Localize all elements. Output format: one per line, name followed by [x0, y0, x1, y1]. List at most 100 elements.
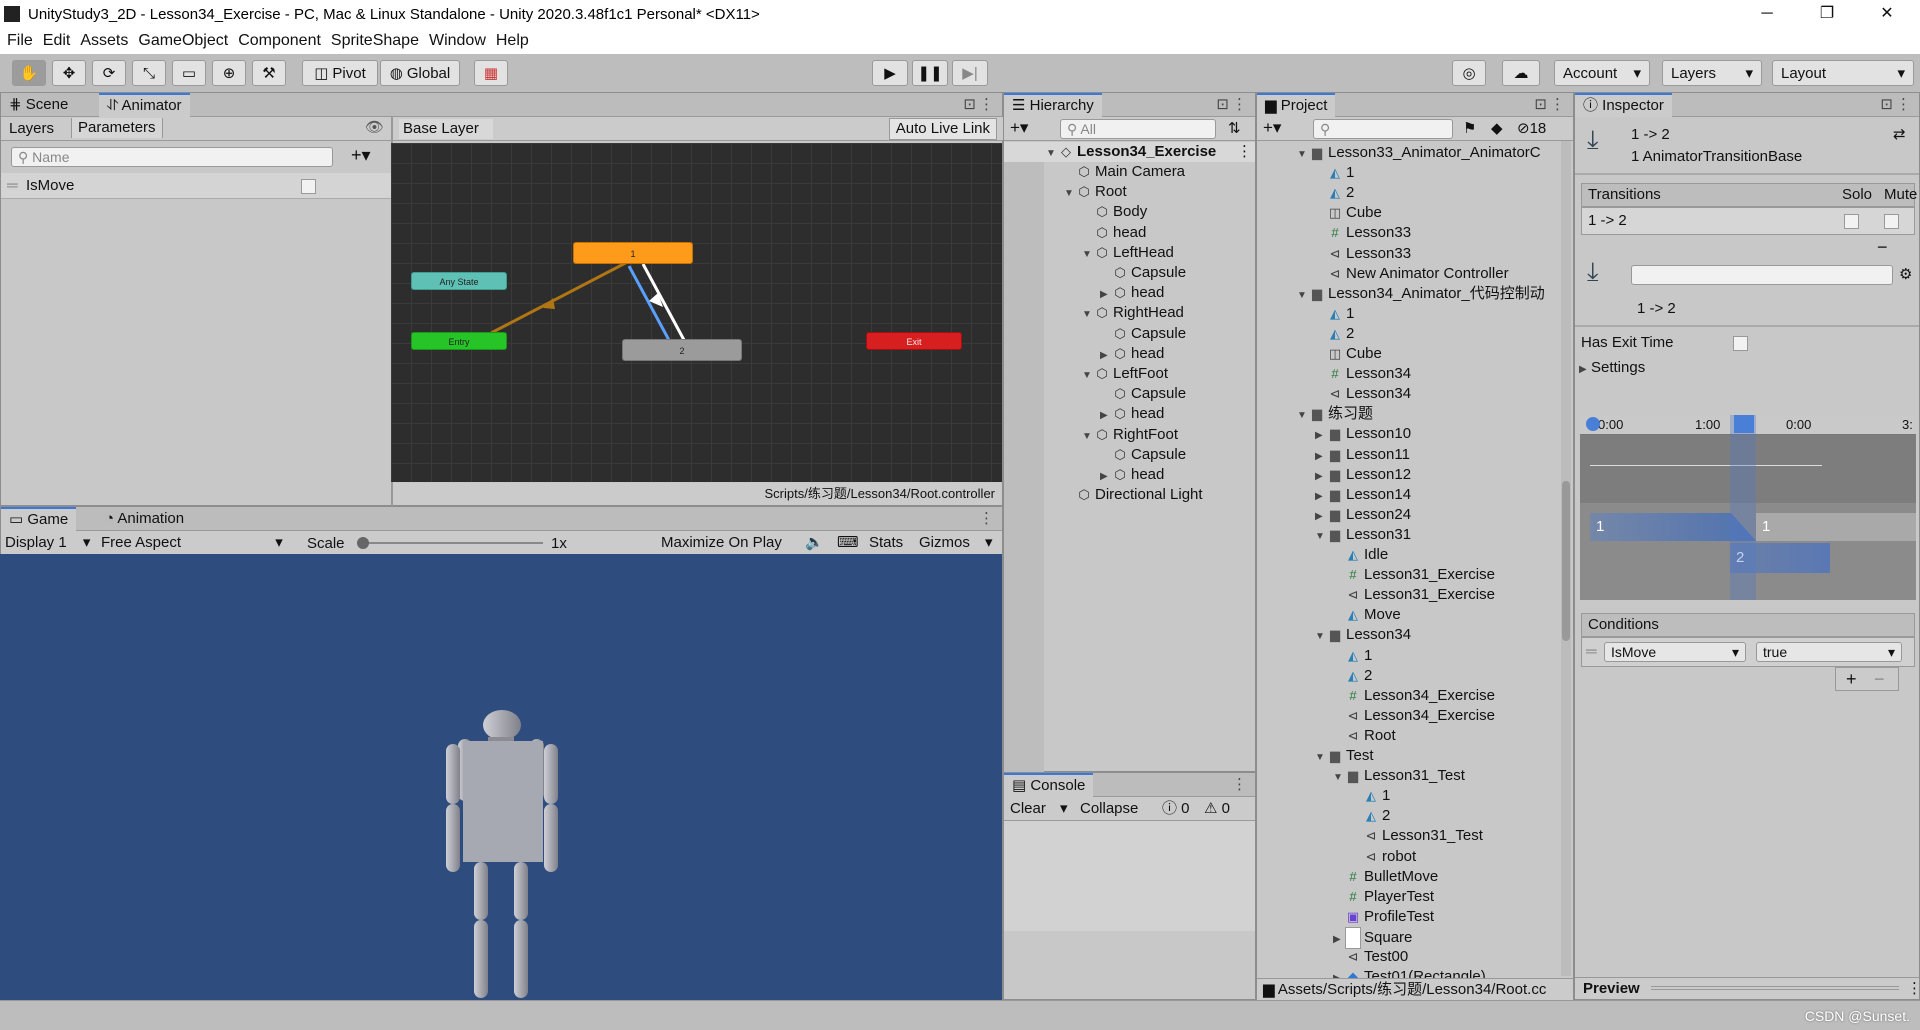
- filter-label-icon[interactable]: ◆: [1491, 119, 1503, 139]
- project-item[interactable]: # Lesson31_Exercise: [1333, 565, 1495, 585]
- project-item[interactable]: ◫ Cube: [1315, 203, 1382, 223]
- expand-arrow-icon[interactable]: ▶: [1315, 447, 1327, 467]
- pause-button[interactable]: ❚❚: [912, 60, 948, 86]
- move-tool-button[interactable]: ✥: [52, 60, 86, 86]
- mute-audio-icon[interactable]: 🔈: [805, 533, 824, 553]
- parameter-row[interactable]: ═ IsMove: [1, 173, 391, 199]
- hierarchy-item[interactable]: ⬡ Capsule: [1100, 445, 1186, 465]
- expand-arrow-icon[interactable]: ▶: [1100, 406, 1112, 426]
- expand-arrow-icon[interactable]: ▼: [1082, 245, 1094, 265]
- hand-tool-button[interactable]: ✋: [12, 60, 46, 86]
- expand-arrow-icon[interactable]: ▼: [1297, 286, 1309, 306]
- layout-dropdown[interactable]: Layout ▾: [1772, 60, 1914, 86]
- play-button[interactable]: ▶: [872, 60, 908, 86]
- more-icon[interactable]: ⋮: [1896, 95, 1911, 115]
- expand-arrow-icon[interactable]: ▶: [1315, 507, 1327, 527]
- hierarchy-item[interactable]: ▼ ⬡ RightHead: [1082, 303, 1184, 325]
- collapse-toggle[interactable]: Collapse: [1080, 799, 1138, 819]
- project-item[interactable]: ▼ ▆ Lesson31_Test: [1333, 766, 1465, 788]
- more-icon[interactable]: ⋮: [979, 95, 994, 115]
- project-item[interactable]: ⊲ Lesson33: [1315, 244, 1412, 264]
- minimize-button[interactable]: ─: [1744, 0, 1790, 28]
- transition-handle[interactable]: [1734, 415, 1754, 433]
- menu-gameobject[interactable]: GameObject: [138, 32, 228, 50]
- more-icon[interactable]: ⋮: [1550, 95, 1565, 115]
- expand-arrow-icon[interactable]: ▼: [1315, 527, 1327, 547]
- project-item[interactable]: ◭ Idle: [1333, 545, 1388, 565]
- project-item[interactable]: ▣ ProfileTest: [1333, 907, 1434, 927]
- expand-arrow-icon[interactable]: ▶: [1100, 285, 1112, 305]
- hierarchy-item[interactable]: ⬡ Main Camera: [1064, 162, 1185, 182]
- transition-overlap-region[interactable]: [1730, 415, 1756, 600]
- project-item[interactable]: ◭ 1: [1351, 786, 1390, 806]
- hierarchy-item[interactable]: ▶ ⬡ head: [1100, 344, 1164, 366]
- solo-checkbox[interactable]: [1844, 214, 1859, 229]
- project-item[interactable]: ⊲ robot: [1351, 847, 1417, 867]
- display-dropdown[interactable]: Display 1 ▾: [5, 533, 90, 553]
- expand-arrow-icon[interactable]: ▼: [1333, 768, 1345, 788]
- project-item[interactable]: # Lesson33: [1315, 223, 1411, 243]
- animator-graph[interactable]: 1 2 Any State Entry Exit: [391, 143, 1002, 482]
- expand-arrow-icon[interactable]: ▼: [1082, 427, 1094, 447]
- expand-arrow-icon[interactable]: ▼: [1315, 748, 1327, 768]
- menu-window[interactable]: Window: [429, 32, 486, 50]
- account-dropdown[interactable]: Account ▾: [1554, 60, 1650, 86]
- sort-icon[interactable]: ⇅: [1228, 119, 1241, 139]
- scene-row[interactable]: ▼ ◇ Lesson34_Exercise ⋮: [1004, 142, 1255, 162]
- remove-condition-button[interactable]: −: [1874, 669, 1885, 689]
- condition-value-dropdown[interactable]: true ▾: [1756, 642, 1902, 662]
- step-button[interactable]: ▶|: [952, 60, 988, 86]
- collab-button[interactable]: ◎: [1452, 60, 1486, 86]
- menu-spriteshape[interactable]: SpriteShape: [331, 32, 419, 50]
- base-layer-breadcrumb[interactable]: Base Layer: [399, 119, 493, 139]
- lock-icon[interactable]: ⊡: [963, 95, 976, 115]
- project-item[interactable]: # PlayerTest: [1333, 887, 1434, 907]
- menu-file[interactable]: File: [7, 32, 33, 50]
- hierarchy-item[interactable]: ⬡ Body: [1082, 202, 1147, 222]
- create-button[interactable]: +▾: [1010, 118, 1028, 138]
- transition-name-input[interactable]: [1631, 265, 1893, 285]
- more-icon[interactable]: ⋮: [1232, 95, 1247, 115]
- auto-live-link-button[interactable]: Auto Live Link: [888, 118, 997, 140]
- maximize-on-play-toggle[interactable]: Maximize On Play: [661, 533, 782, 553]
- aspect-dropdown[interactable]: Free Aspect ▾: [101, 533, 283, 553]
- project-item[interactable]: ▶ ▆ Lesson14: [1315, 485, 1411, 507]
- gear-icon[interactable]: ⚙: [1899, 265, 1912, 285]
- hierarchy-item[interactable]: ▶ ⬡ head: [1100, 465, 1164, 487]
- more-icon[interactable]: ⋮: [1907, 979, 1920, 999]
- scale-tool-button[interactable]: ⤡: [132, 60, 166, 86]
- warning-filter[interactable]: ⚠ 0: [1204, 799, 1230, 819]
- tab-animator[interactable]: ⥯ Animator: [99, 93, 190, 117]
- lock-icon[interactable]: ⊡: [1880, 95, 1893, 115]
- remove-transition-button[interactable]: −: [1877, 237, 1888, 257]
- rotate-tool-button[interactable]: ⟳: [92, 60, 126, 86]
- hierarchy-item[interactable]: ⬡ Capsule: [1100, 384, 1186, 404]
- hierarchy-item[interactable]: ▼ ⬡ RightFoot: [1082, 425, 1178, 447]
- menu-component[interactable]: Component: [238, 32, 321, 50]
- lock-icon[interactable]: ⊡: [1534, 95, 1547, 115]
- has-exit-time-checkbox[interactable]: [1733, 336, 1748, 351]
- project-item[interactable]: ▼ ▆ Lesson34_Animator_代码控制动: [1297, 284, 1545, 306]
- create-asset-button[interactable]: +▾: [1263, 118, 1281, 138]
- project-item[interactable]: ◭ 1: [1315, 163, 1354, 183]
- state-node-1[interactable]: 1: [573, 242, 693, 264]
- project-item[interactable]: ⊲ New Animator Controller: [1315, 264, 1509, 284]
- state-node-2[interactable]: 2: [622, 339, 742, 361]
- expand-arrow-icon[interactable]: ▶: [1315, 426, 1327, 446]
- parameter-bool-checkbox[interactable]: [301, 179, 316, 194]
- project-item[interactable]: ▶ ▆ Lesson11: [1315, 445, 1410, 467]
- project-item[interactable]: ▼ ▆ Lesson33_Animator_AnimatorC: [1297, 143, 1541, 165]
- tab-inspector[interactable]: ⓘ Inspector: [1575, 93, 1672, 117]
- cloud-button[interactable]: ☁: [1502, 60, 1540, 86]
- maximize-button[interactable]: ❐: [1804, 0, 1850, 28]
- drag-handle-icon[interactable]: ═: [1586, 642, 1597, 662]
- game-viewport[interactable]: [0, 554, 1002, 1000]
- hierarchy-item[interactable]: ⬡ Directional Light: [1064, 485, 1202, 505]
- rect-tool-button[interactable]: ▭: [172, 60, 206, 86]
- project-item[interactable]: ◭ 2: [1333, 666, 1372, 686]
- exit-node[interactable]: Exit: [866, 332, 962, 350]
- project-item[interactable]: ◭ Move: [1333, 605, 1401, 625]
- expand-arrow-icon[interactable]: ▼: [1064, 184, 1076, 204]
- clear-dropdown-arrow-icon[interactable]: ▾: [1060, 799, 1068, 819]
- hierarchy-item[interactable]: ⬡ Capsule: [1100, 324, 1186, 344]
